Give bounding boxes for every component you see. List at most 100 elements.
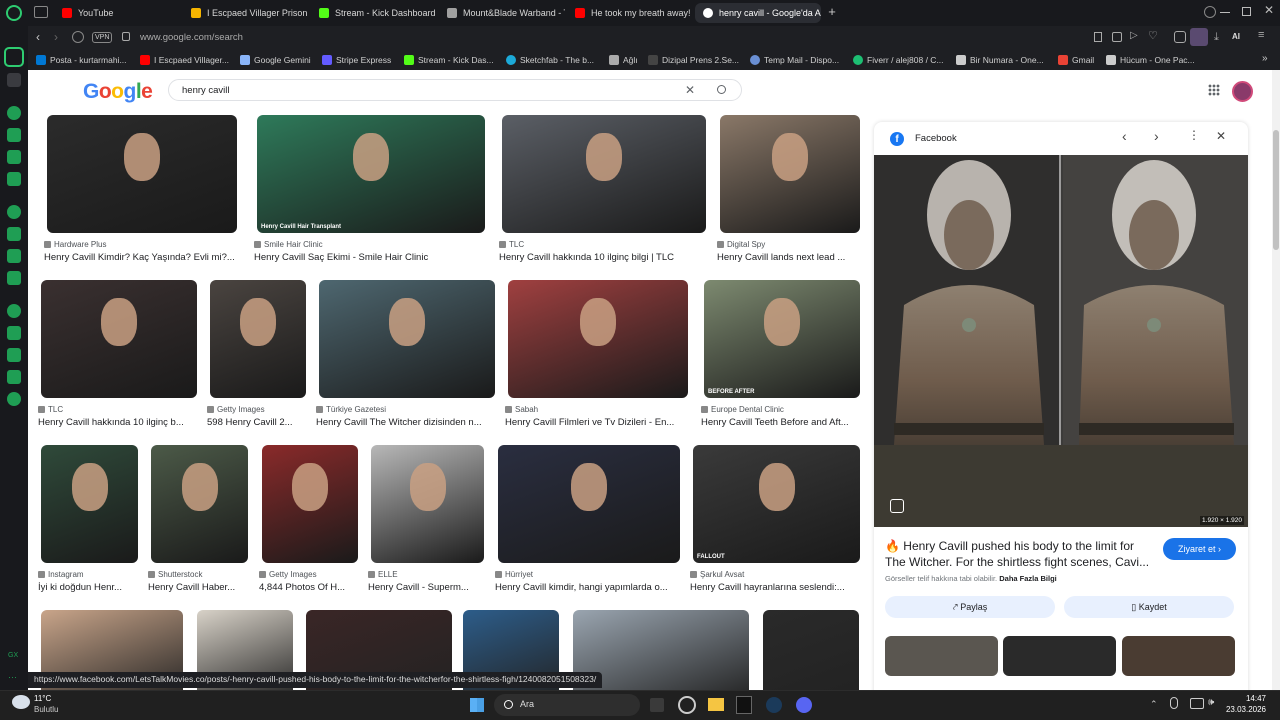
result-source[interactable]: Şarkul Avsat: [690, 570, 744, 579]
search-tabs-icon[interactable]: [1204, 6, 1216, 18]
heart-icon[interactable]: ♡: [1148, 29, 1158, 42]
messenger-icon[interactable]: [7, 205, 21, 219]
panel-title[interactable]: 🔥 Henry Cavill pushed his body to the li…: [885, 538, 1155, 570]
learn-more-link[interactable]: Daha Fazla Bilgi: [999, 574, 1057, 583]
result-title[interactable]: Henry Cavill The Witcher dizisinden n...: [316, 417, 504, 428]
reload-icon[interactable]: [72, 31, 84, 43]
result-image[interactable]: [508, 280, 688, 398]
profile-extension-icon[interactable]: [1190, 28, 1208, 46]
menu-icon[interactable]: ≡: [1258, 29, 1264, 41]
opera-taskbar-icon[interactable]: [678, 696, 696, 714]
bookmarks-overflow-icon[interactable]: »: [1262, 53, 1268, 64]
scrollbar-thumb[interactable]: [1273, 130, 1279, 250]
maximize-icon[interactable]: [1242, 7, 1251, 16]
bookmark-page-icon[interactable]: [1094, 32, 1102, 42]
result-source[interactable]: Shutterstock: [148, 570, 202, 579]
result-source[interactable]: Smile Hair Clinic: [254, 240, 323, 249]
tab-mountblade[interactable]: Mount&Blade Warband - T: [439, 3, 565, 23]
panel-site-name[interactable]: Facebook: [915, 133, 957, 144]
minimize-icon[interactable]: [1220, 12, 1230, 13]
bookmark-item[interactable]: Stream - Kick Das...: [404, 53, 494, 67]
volume-icon[interactable]: 🕪: [1208, 697, 1214, 708]
aria-ai-button[interactable]: AI: [1232, 32, 1240, 41]
share-button[interactable]: ⤤ Paylaş: [885, 596, 1055, 618]
result-image[interactable]: [210, 280, 306, 398]
result-image[interactable]: [319, 280, 495, 398]
bookmark-item[interactable]: Posta - kurtarmahi...: [36, 53, 127, 67]
result-title[interactable]: Henry Cavill Saç Ekimi - Smile Hair Clin…: [254, 252, 494, 263]
result-title[interactable]: Henry Cavill Kimdir? Kaç Yaşında? Evli m…: [44, 252, 246, 263]
home-icon[interactable]: [4, 47, 24, 67]
history-icon[interactable]: [7, 326, 21, 340]
bookmark-item[interactable]: Dizipal Prens 2.Se...: [648, 53, 739, 67]
speed-dial-icon[interactable]: [7, 128, 21, 142]
search-icon[interactable]: [717, 85, 726, 94]
result-title[interactable]: Henry Cavill Filmleri ve Tv Dizileri - E…: [505, 417, 697, 428]
clear-icon[interactable]: ✕: [685, 83, 695, 97]
new-tab-icon[interactable]: +: [825, 5, 839, 19]
twitch-icon[interactable]: [7, 227, 21, 241]
apps-grid-icon[interactable]: [1208, 84, 1220, 96]
back-icon[interactable]: ‹: [36, 30, 40, 44]
result-image[interactable]: [720, 115, 860, 233]
result-image[interactable]: [262, 445, 358, 563]
vpn-badge[interactable]: VPN: [92, 32, 113, 43]
lens-icon[interactable]: [890, 499, 904, 513]
lock-icon[interactable]: [122, 32, 130, 41]
weather-temp[interactable]: 11°C: [34, 694, 51, 703]
taskbar-search[interactable]: Ara: [494, 694, 640, 716]
result-image[interactable]: [41, 280, 197, 398]
result-title[interactable]: Henry Cavill Haber...: [148, 582, 257, 593]
save-button[interactable]: ▯ Kaydet: [1064, 596, 1234, 618]
result-title[interactable]: 598 Henry Cavill 2...: [207, 417, 315, 428]
discord-icon[interactable]: [796, 697, 812, 713]
bookmark-item[interactable]: Gmail: [1058, 53, 1094, 67]
result-image[interactable]: [371, 445, 484, 563]
result-source[interactable]: Hürriyet: [495, 570, 533, 579]
bookmark-item[interactable]: I Escpaed Villager...: [140, 53, 229, 67]
preview-image[interactable]: 1.920 × 1.920: [874, 155, 1248, 527]
result-source[interactable]: Europe Dental Clinic: [701, 405, 784, 414]
play-icon[interactable]: ▷: [1130, 30, 1138, 41]
epic-games-icon[interactable]: [736, 696, 752, 714]
result-title[interactable]: Henry Cavill - Superm...: [368, 582, 493, 593]
tab-villager[interactable]: I Escpaed Villager Prison: [183, 3, 309, 23]
bookmark-item[interactable]: Fiverr / alej808 / C...: [853, 53, 944, 67]
more-icon[interactable]: ···: [8, 672, 17, 682]
extensions-icon[interactable]: [1174, 31, 1186, 43]
microphone-icon[interactable]: [1170, 697, 1178, 709]
result-image[interactable]: [41, 445, 138, 563]
avatar[interactable]: [1232, 81, 1253, 102]
related-image[interactable]: [1122, 636, 1235, 676]
bookmark-item[interactable]: Google Gemini: [240, 53, 311, 67]
weather-icon[interactable]: [12, 695, 30, 709]
result-source[interactable]: TLC: [499, 240, 524, 249]
bookmark-item[interactable]: Stripe Express: [322, 53, 391, 67]
result-title[interactable]: Henry Cavill lands next lead ...: [717, 252, 869, 263]
file-explorer-icon[interactable]: [708, 698, 724, 711]
network-icon[interactable]: [1190, 698, 1204, 709]
next-icon[interactable]: ›: [1154, 128, 1159, 144]
bookmark-item[interactable]: Sketchfab - The b...: [506, 53, 594, 67]
tiktok-icon[interactable]: [7, 249, 21, 263]
tab-youtube-2[interactable]: He took my breath away!: [567, 3, 693, 23]
result-title[interactable]: Henry Cavill kimdir, hangi yapımlarda o.…: [495, 582, 689, 593]
opera-logo-icon[interactable]: [6, 5, 22, 21]
page-scrollbar[interactable]: [1272, 70, 1280, 690]
chat-icon[interactable]: [7, 106, 21, 120]
clock-time[interactable]: 14:47: [1226, 694, 1266, 703]
result-source[interactable]: Hardware Plus: [44, 240, 106, 249]
gamepad-icon[interactable]: [7, 73, 21, 87]
result-image[interactable]: BEFORE AFTER: [704, 280, 860, 398]
bookmark-item[interactable]: Bir Numara - One...: [956, 53, 1044, 67]
tab-youtube[interactable]: YouTube: [54, 3, 180, 23]
wallet-icon[interactable]: [7, 172, 21, 186]
result-title[interactable]: 4,844 Photos Of H...: [259, 582, 367, 593]
result-title[interactable]: Henry Cavill hakkında 10 ilginç bilgi | …: [499, 252, 715, 263]
tab-google-active[interactable]: henry cavill - Google'da A: [695, 3, 821, 23]
settings-icon[interactable]: [7, 392, 21, 406]
visit-button[interactable]: Ziyaret et ›: [1163, 538, 1236, 560]
bookmark-item[interactable]: Temp Mail - Dispo...: [750, 53, 839, 67]
gx-icon[interactable]: GX: [8, 652, 18, 659]
result-source[interactable]: Sabah: [505, 405, 538, 414]
